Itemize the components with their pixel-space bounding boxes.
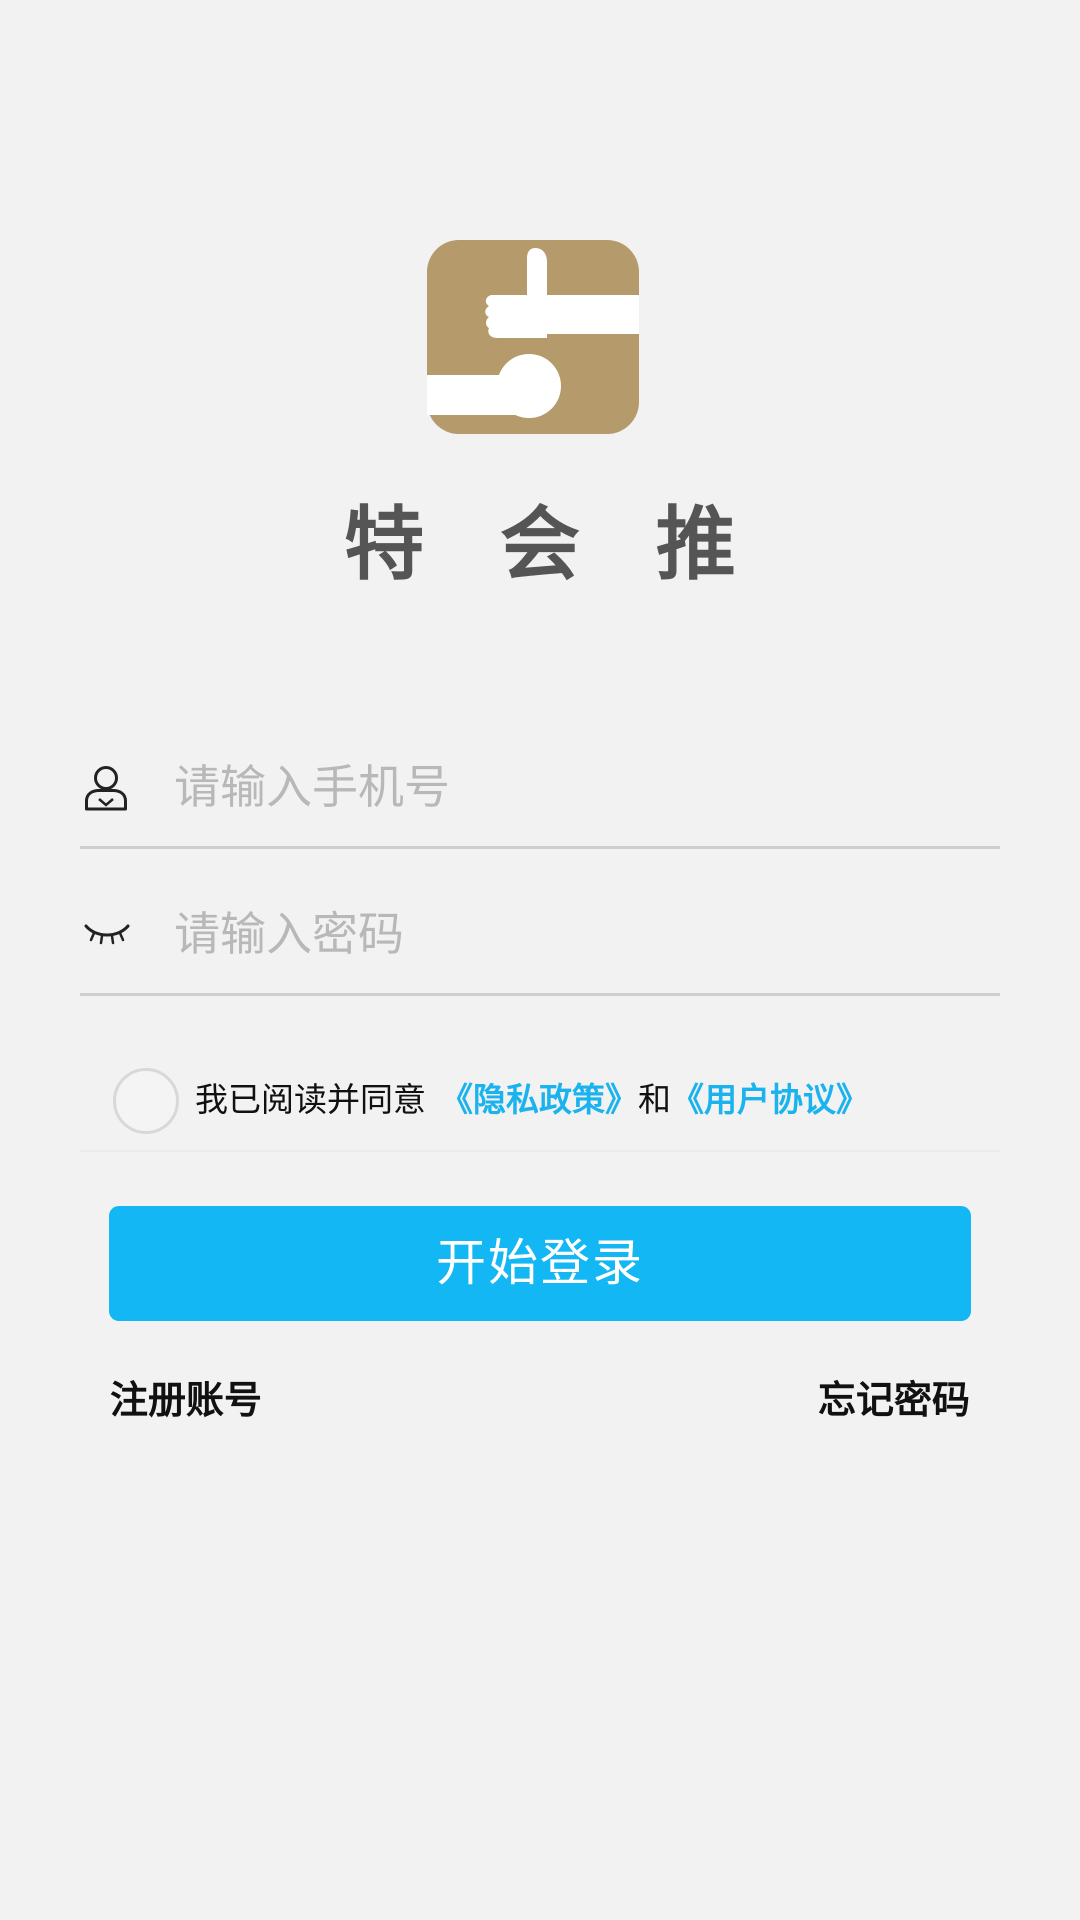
register-link[interactable]: 注册账号: [110, 1370, 262, 1430]
user-icon: [80, 731, 130, 849]
phone-input[interactable]: [174, 731, 974, 843]
app-name: 特 会 推: [344, 498, 760, 591]
thumbs-up-handshake-logo: [427, 240, 639, 434]
user-agreement-link[interactable]: 《用户协议》: [671, 1080, 869, 1119]
password-input[interactable]: [174, 878, 974, 990]
login-button[interactable]: 开始登录: [109, 1206, 971, 1321]
forgot-password-link[interactable]: 忘记密码: [818, 1370, 970, 1430]
agreement-conjunction: 和: [638, 1080, 671, 1119]
app-logo: [427, 240, 639, 434]
privacy-policy-link[interactable]: 《隐私政策》: [440, 1080, 638, 1119]
password-field: [80, 878, 1000, 996]
agreement-prefix: 我已阅读并同意: [195, 1080, 426, 1119]
phone-field: [80, 731, 1000, 849]
eye-closed-icon[interactable]: [80, 878, 130, 996]
agreement-row: 我已阅读并同意 《隐私政策》和《用户协议》: [80, 1060, 1000, 1152]
agreement-checkbox[interactable]: [113, 1068, 179, 1134]
agreement-text: 我已阅读并同意 《隐私政策》和《用户协议》: [195, 1070, 869, 1130]
